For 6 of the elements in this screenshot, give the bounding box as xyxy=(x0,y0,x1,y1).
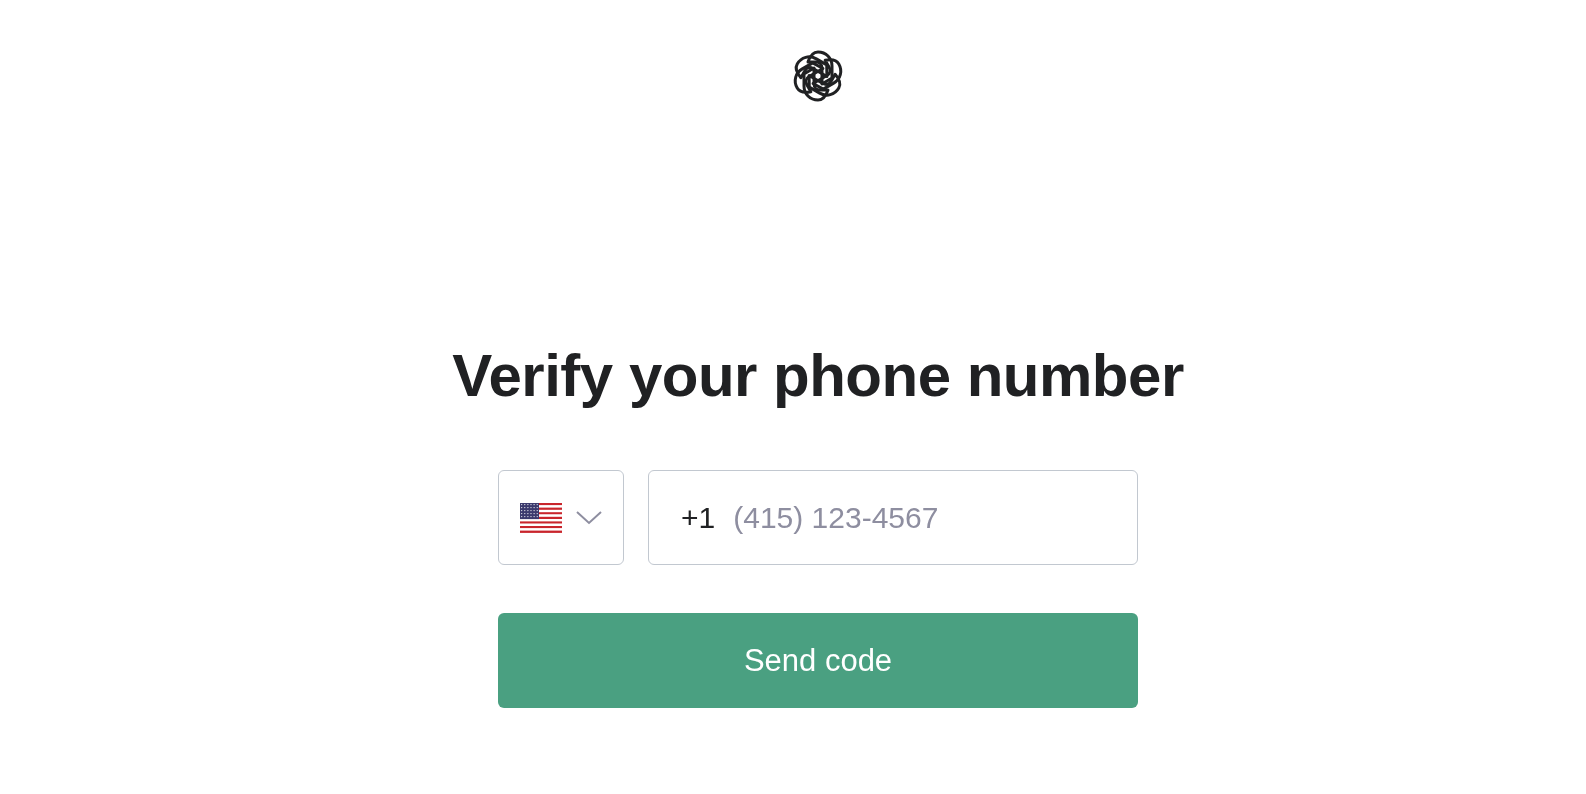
chevron-down-icon xyxy=(576,510,602,525)
country-select[interactable] xyxy=(498,470,624,565)
phone-field[interactable]: +1 (415) 123-4567 xyxy=(648,470,1138,565)
country-code: +1 xyxy=(681,500,716,535)
page-title: Verify your phone number xyxy=(452,341,1184,411)
flag-icon xyxy=(520,502,562,533)
